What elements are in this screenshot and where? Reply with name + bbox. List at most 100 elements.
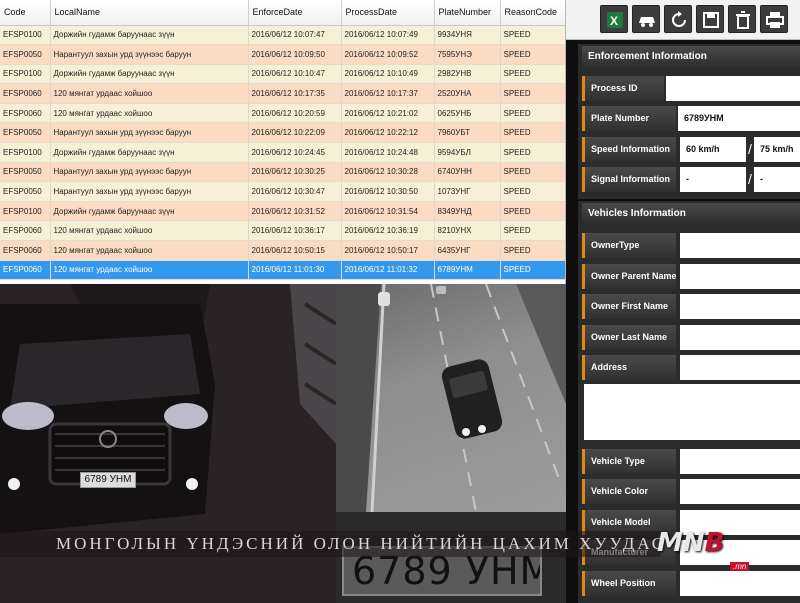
cell-code: EFSP0050 — [0, 44, 51, 65]
print-button[interactable] — [760, 5, 788, 33]
cell-processdate: 2016/06/12 10:09:52 — [341, 44, 435, 65]
cell-reasoncode: SPEED — [500, 162, 565, 183]
table-row[interactable]: EFSP0050 Нарантуул захын урд зүүнээс бару… — [0, 181, 565, 202]
table-row[interactable]: EFSP0100 Доржийн гудамж баруунаас зүүн 201… — [0, 25, 565, 46]
cell-code: EFSP0100 — [0, 25, 51, 46]
export-excel-button[interactable]: X — [600, 5, 628, 33]
owner-last-name-label: Owner Last Name — [582, 325, 676, 350]
column-header-localname[interactable]: LocalName — [50, 0, 249, 26]
cell-processdate: 2016/06/12 10:50:17 — [341, 240, 435, 261]
cell-enforcedate: 2016/06/12 10:36:17 — [248, 220, 342, 242]
road-camera-scene — [336, 284, 566, 512]
cell-localname: 120 мянгат урдаас хойшоо — [50, 220, 249, 242]
cell-platenumber: 2520УНА — [434, 83, 501, 104]
table-row[interactable]: EFSP0100 Доржийн гудамж баруунаас зүүн 201… — [0, 142, 565, 163]
save-button[interactable] — [696, 5, 724, 33]
cell-enforcedate: 2016/06/12 10:31:52 — [248, 201, 342, 222]
table-row[interactable]: EFSP0100 Доржийн гудамж баруунаас зүүн 201… — [0, 64, 565, 85]
logo-text-mn: MN — [657, 528, 705, 558]
column-header-code[interactable]: Code — [0, 0, 51, 26]
wheel-position-field[interactable] — [680, 571, 800, 596]
table-row[interactable]: EFSP0060 120 мянгат урдаас хойшоо 2016/06/… — [0, 260, 565, 281]
car-icon — [639, 17, 655, 27]
table-row[interactable]: EFSP0060 120 мянгат урдаас хойшоо 2016/06/… — [0, 220, 565, 242]
owner-parent-name-field[interactable] — [680, 264, 800, 289]
speed-information-label: Speed Information — [582, 137, 676, 162]
column-header-reasoncode[interactable]: ReasonCode — [500, 0, 565, 26]
signal-information-label: Signal Information — [582, 167, 676, 192]
address-field[interactable] — [680, 355, 800, 380]
table-row[interactable]: EFSP0060 120 мянгат урдаас хойшоо 2016/06/… — [0, 83, 565, 104]
cell-platenumber: 0625УНБ — [434, 103, 501, 124]
cell-enforcedate: 2016/06/12 10:30:25 — [248, 162, 342, 183]
column-header-platenumber[interactable]: PlateNumber — [434, 0, 501, 26]
cell-localname: 120 мянгат урдаас хойшоо — [50, 260, 249, 281]
refresh-button[interactable] — [664, 5, 692, 33]
column-header-processdate[interactable]: ProcessDate — [341, 0, 435, 26]
cell-reasoncode: SPEED — [500, 181, 565, 202]
cell-platenumber: 6789УНМ — [434, 260, 501, 281]
cell-processdate: 2016/06/12 10:22:12 — [341, 122, 435, 144]
refresh-icon — [672, 11, 686, 27]
cell-reasoncode: SPEED — [500, 25, 565, 46]
broadcast-banner: МОНГОЛЫН ҮНДЭСНИЙ ОЛОН НИЙТИЙН ЦАХИМ ХУУ… — [0, 531, 660, 557]
address-textarea[interactable] — [584, 384, 800, 440]
vehicle-button[interactable] — [632, 5, 660, 33]
road-camera-image — [336, 284, 566, 512]
table-row[interactable]: EFSP0050 Нарантуул захын урд зүүнээс бару… — [0, 122, 565, 144]
table-row[interactable]: EFSP0050 Нарантуул захын урд зүүнээс бару… — [0, 162, 565, 183]
cell-platenumber: 8210УНХ — [434, 220, 501, 242]
cell-enforcedate: 2016/06/12 10:50:15 — [248, 240, 342, 261]
cell-platenumber: 6740УНН — [434, 162, 501, 183]
cell-enforcedate: 2016/06/12 10:22:09 — [248, 122, 342, 144]
process-id-field[interactable] — [666, 76, 800, 101]
speed-separator: / — [748, 141, 752, 157]
cell-platenumber: 7595УНЭ — [434, 44, 501, 65]
cell-reasoncode: SPEED — [500, 201, 565, 222]
owner-first-name-label: Owner First Name — [582, 294, 676, 319]
cell-processdate: 2016/06/12 10:10:49 — [341, 64, 435, 85]
cell-reasoncode: SPEED — [500, 103, 565, 124]
cell-platenumber: 8349УНД — [434, 201, 501, 222]
cell-reasoncode: SPEED — [500, 240, 565, 261]
table-row[interactable]: EFSP0100 Доржийн гудамж баруунаас зүүн 201… — [0, 201, 565, 222]
owner-first-name-field[interactable] — [680, 294, 800, 319]
excel-icon: X — [607, 12, 623, 28]
cell-reasoncode: SPEED — [500, 83, 565, 104]
logo-domain: .mn — [730, 562, 750, 571]
save-icon — [703, 12, 719, 28]
cell-reasoncode: SPEED — [500, 64, 565, 85]
cell-localname: 120 мянгат урдаас хойшоо — [50, 83, 249, 104]
cell-localname: Доржийн гудамж баруунаас зүүн — [50, 64, 249, 85]
cell-code: EFSP0060 — [0, 103, 51, 124]
plate-number-field[interactable]: 6789УНМ — [678, 106, 800, 131]
cell-localname: 120 мянгат урдаас хойшоо — [50, 103, 249, 124]
cell-processdate: 2016/06/12 10:21:02 — [341, 103, 435, 124]
cell-platenumber: 9594УБЛ — [434, 142, 501, 163]
svg-text:X: X — [610, 14, 618, 28]
cell-processdate: 2016/06/12 10:30:50 — [341, 181, 435, 202]
violations-table[interactable]: Code LocalName EnforceDate ProcessDate P… — [0, 0, 566, 284]
speed-field[interactable]: 60 km/h — [680, 137, 746, 162]
vehicle-type-field[interactable] — [680, 449, 800, 474]
cell-enforcedate: 2016/06/12 10:09:50 — [248, 44, 342, 65]
table-row[interactable]: EFSP0060 120 мянгат урдаас хойшоо 2016/06/… — [0, 103, 565, 124]
owner-type-field[interactable] — [680, 233, 800, 258]
print-icon — [766, 12, 784, 28]
cell-processdate: 2016/06/12 10:07:49 — [341, 25, 435, 46]
signal-field-2[interactable]: - — [754, 167, 800, 192]
cell-code: EFSP0100 — [0, 142, 51, 163]
cell-platenumber: 7960УБТ — [434, 122, 501, 144]
signal-field-1[interactable]: - — [680, 167, 746, 192]
cell-platenumber: 9934УНЯ — [434, 25, 501, 46]
table-row[interactable]: EFSP0050 Нарантуул захын урд зүүнээс бару… — [0, 44, 565, 65]
table-row[interactable]: EFSP0060 120 мянгат урдаас хойшоо 2016/06/… — [0, 240, 565, 261]
vehicles-section-title: Vehicles Information — [582, 203, 800, 225]
cell-code: EFSP0050 — [0, 122, 51, 144]
delete-button[interactable] — [728, 5, 756, 33]
owner-last-name-field[interactable] — [680, 325, 800, 350]
column-header-enforcedate[interactable]: EnforceDate — [248, 0, 342, 26]
cell-code: EFSP0060 — [0, 220, 51, 242]
vehicle-color-field[interactable] — [680, 479, 800, 504]
speed-limit-field[interactable]: 75 km/h — [754, 137, 800, 162]
